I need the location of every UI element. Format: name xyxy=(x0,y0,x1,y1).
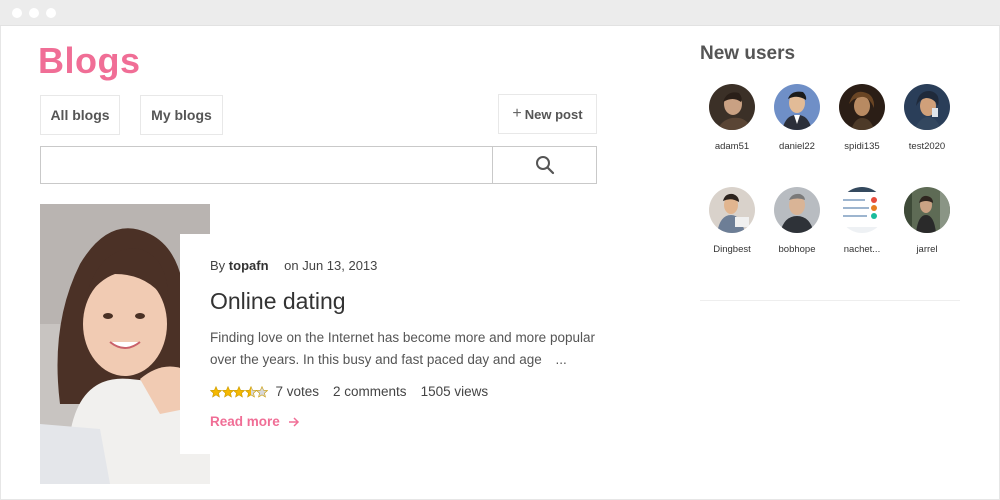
views-count: 1505 views xyxy=(420,384,489,399)
user-card[interactable]: daniel22 xyxy=(765,84,829,152)
comments-count[interactable]: 2 comments xyxy=(333,384,407,399)
avatar xyxy=(904,84,950,130)
author-link[interactable]: topafn xyxy=(229,258,269,273)
user-card[interactable]: bobhope xyxy=(765,187,829,255)
user-card[interactable]: nachet... xyxy=(830,187,894,255)
tab-label: All blogs xyxy=(50,107,110,123)
avatar xyxy=(839,187,885,233)
window-dot xyxy=(46,8,56,18)
search-icon xyxy=(535,156,554,175)
excerpt-ellipsis: ... xyxy=(555,352,567,367)
votes-count: 7 votes xyxy=(275,384,320,399)
user-card[interactable]: adam51 xyxy=(700,84,764,152)
window-dot xyxy=(29,8,39,18)
user-card[interactable]: Dingbest xyxy=(700,187,764,255)
post-title[interactable]: Online dating xyxy=(210,288,346,315)
username: jarrel xyxy=(916,244,938,255)
new-post-label: New post xyxy=(524,106,583,122)
post-date: on Jun 13, 2013 xyxy=(284,258,378,273)
user-card[interactable]: test2020 xyxy=(895,84,959,152)
browser-title-bar xyxy=(0,0,1000,26)
username: Dingbest xyxy=(713,244,751,255)
read-more-link[interactable]: Read more xyxy=(210,414,300,429)
tab-label: My blogs xyxy=(151,107,212,123)
username: nachet... xyxy=(843,244,881,255)
window-dot xyxy=(12,8,22,18)
new-post-button[interactable]: + New post xyxy=(498,94,597,134)
user-card[interactable]: spidi135 xyxy=(830,84,894,152)
username: test2020 xyxy=(908,141,946,152)
username: spidi135 xyxy=(844,141,880,152)
star-icon xyxy=(210,385,222,398)
avatar xyxy=(709,84,755,130)
new-users-heading: New users xyxy=(700,43,796,64)
username: daniel22 xyxy=(779,141,815,152)
avatar xyxy=(839,84,885,130)
tab-my-blogs[interactable]: My blogs xyxy=(140,95,223,135)
rating-stars[interactable] xyxy=(210,385,268,398)
avatar xyxy=(904,187,950,233)
star-icon xyxy=(244,385,257,398)
user-card[interactable]: jarrel xyxy=(895,187,959,255)
avatar xyxy=(774,187,820,233)
star-icon xyxy=(256,385,268,398)
arrow-right-icon xyxy=(288,416,299,427)
avatar xyxy=(774,84,820,130)
username: adam51 xyxy=(714,141,750,152)
post-stats: 7 votes 2 comments 1505 views xyxy=(210,384,502,399)
excerpt-text: Finding love on the Internet has become … xyxy=(210,330,595,367)
post-byline: By topafn on Jun 13, 2013 xyxy=(210,258,377,273)
by-label: By xyxy=(210,258,226,273)
username: bobhope xyxy=(778,244,816,255)
tab-all-blogs[interactable]: All blogs xyxy=(40,95,120,135)
post-excerpt: Finding love on the Internet has become … xyxy=(210,327,610,371)
blog-post-card: By topafn on Jun 13, 2013 Online dating … xyxy=(180,234,610,454)
avatar xyxy=(709,187,755,233)
plus-icon: + xyxy=(512,105,522,122)
star-icon xyxy=(221,385,234,398)
search-bar xyxy=(40,146,597,184)
search-button[interactable] xyxy=(492,147,596,183)
search-input[interactable] xyxy=(41,147,492,183)
read-more-label: Read more xyxy=(210,414,280,429)
page-title: Blogs xyxy=(38,40,141,81)
sidebar-divider xyxy=(700,300,960,301)
star-icon xyxy=(233,385,245,398)
